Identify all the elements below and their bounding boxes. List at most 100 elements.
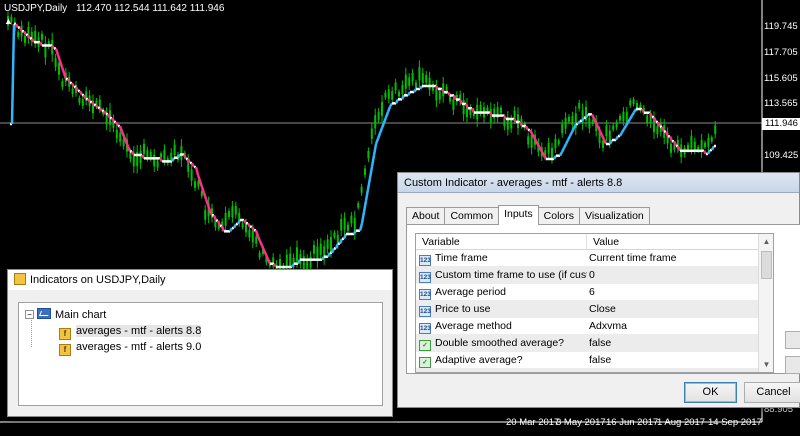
candle-body bbox=[255, 236, 258, 244]
input-value[interactable]: 0.0 bbox=[587, 369, 757, 372]
input-row[interactable]: 123 Price to use Close bbox=[416, 301, 773, 318]
average-line-segment bbox=[710, 145, 716, 151]
average-line-segment bbox=[256, 236, 262, 242]
average-line-segment bbox=[140, 154, 146, 159]
tab-colors[interactable]: Colors bbox=[537, 207, 581, 225]
input-row[interactable]: ✓ Double smoothed average? false bbox=[416, 335, 773, 352]
input-value[interactable]: false bbox=[587, 335, 757, 351]
scroll-up-icon[interactable]: ▲ bbox=[759, 234, 773, 249]
average-line-segment bbox=[378, 127, 384, 134]
average-line-segment bbox=[212, 214, 218, 222]
scroll-down-icon[interactable]: ▼ bbox=[759, 357, 773, 372]
chart-symbol: USDJPY,Daily bbox=[4, 3, 68, 14]
indicators-dialog-titlebar[interactable]: Indicators on USDJPY,Daily bbox=[8, 270, 392, 290]
input-row[interactable]: 123 Time frame Current time frame bbox=[416, 250, 773, 267]
input-row[interactable]: 123 Custom time frame to use (if custom t… bbox=[416, 267, 773, 284]
input-row[interactable]: 123 Average period 6 bbox=[416, 284, 773, 301]
candle-body bbox=[578, 102, 581, 109]
average-line-segment bbox=[56, 54, 62, 62]
candle-body bbox=[343, 218, 346, 230]
input-value[interactable]: Current time frame bbox=[587, 250, 757, 266]
candle-body bbox=[687, 144, 689, 150]
candle-body bbox=[204, 209, 207, 220]
candle-body bbox=[571, 116, 574, 125]
input-row[interactable]: 123Filter to use for filtering (<=0 for … bbox=[416, 369, 773, 372]
average-line-segment bbox=[38, 41, 44, 47]
average-line-segment bbox=[440, 88, 446, 93]
candle-body bbox=[160, 153, 162, 158]
average-line-segment bbox=[246, 222, 252, 228]
candle-body bbox=[146, 150, 149, 158]
date-label: 14 Sep 2017 bbox=[708, 417, 762, 428]
input-variable: ✓ Double smoothed average? bbox=[416, 335, 587, 351]
candle-body bbox=[139, 150, 142, 164]
indicator-item[interactable]: f averages - mtf - alerts 8.8 bbox=[25, 323, 376, 340]
input-variable-label: Double smoothed average? bbox=[435, 337, 565, 349]
indicator-item[interactable]: f averages - mtf - alerts 9.0 bbox=[25, 339, 376, 356]
tab-visualization[interactable]: Visualization bbox=[579, 207, 650, 225]
indicator-item-label: averages - mtf - alerts 8.8 bbox=[76, 325, 202, 337]
candle-body bbox=[251, 230, 254, 243]
average-line-segment bbox=[366, 177, 372, 190]
input-variable-label: Average method bbox=[435, 320, 512, 332]
average-line-segment bbox=[194, 166, 200, 176]
candle-body bbox=[156, 160, 159, 168]
scrollbar-thumb[interactable] bbox=[761, 251, 772, 279]
candle-body bbox=[228, 211, 230, 217]
input-row[interactable]: 123 Average method Adxvma bbox=[416, 318, 773, 335]
input-value[interactable]: Close bbox=[587, 301, 757, 317]
column-header-value[interactable]: Value bbox=[587, 234, 757, 249]
ok-button[interactable]: OK bbox=[684, 382, 737, 403]
collapse-icon[interactable]: − bbox=[25, 310, 34, 319]
average-line-segment bbox=[388, 102, 394, 108]
tab-inputs[interactable]: Inputs bbox=[498, 205, 539, 225]
average-line-segment bbox=[262, 249, 268, 256]
average-line-segment bbox=[620, 128, 626, 133]
tab-about[interactable]: About bbox=[406, 207, 446, 225]
average-line-segment bbox=[370, 155, 376, 167]
average-line-segment bbox=[94, 104, 100, 109]
cancel-button[interactable]: Cancel bbox=[744, 382, 800, 403]
candle-body bbox=[605, 125, 608, 137]
candle-body bbox=[384, 92, 387, 98]
candle-body bbox=[462, 99, 465, 115]
vertical-scrollbar[interactable]: ▲ ▼ bbox=[758, 234, 773, 372]
input-variable-label: Adaptive average? bbox=[435, 354, 523, 366]
candle-body bbox=[119, 132, 122, 142]
input-row[interactable]: ✓ Adaptive average? false bbox=[416, 352, 773, 369]
average-line-segment bbox=[626, 118, 632, 123]
column-header-variable[interactable]: Variable bbox=[416, 234, 587, 249]
date-label: 16 Jun 2017 bbox=[606, 417, 659, 428]
average-line-segment bbox=[382, 116, 388, 124]
input-value[interactable]: 0 bbox=[587, 267, 757, 283]
average-line-segment bbox=[502, 114, 508, 120]
candle-body bbox=[588, 118, 591, 129]
candle-body bbox=[418, 67, 421, 81]
input-variable: ✓ Adaptive average? bbox=[416, 352, 587, 368]
average-line-segment bbox=[532, 136, 538, 142]
input-value[interactable]: false bbox=[587, 352, 757, 368]
tab-common[interactable]: Common bbox=[444, 207, 500, 225]
candle-body bbox=[350, 215, 353, 224]
candle-body bbox=[364, 168, 366, 175]
average-line-segment bbox=[242, 219, 248, 224]
average-line-segment bbox=[618, 131, 624, 137]
average-line-segment bbox=[362, 200, 368, 213]
tree-root[interactable]: − Main chart bbox=[25, 307, 376, 323]
inputs-grid[interactable]: Variable Value 123 Time frame Current time… bbox=[415, 233, 774, 373]
average-line-segment bbox=[406, 91, 412, 96]
indicator-tree[interactable]: − Main chart f averages - mtf - alerts 8.8… bbox=[18, 302, 383, 406]
average-line-segment bbox=[560, 147, 566, 153]
side-button[interactable] bbox=[785, 331, 800, 349]
average-line-segment bbox=[524, 125, 530, 131]
candle-body bbox=[143, 143, 145, 154]
candle-body bbox=[234, 206, 237, 215]
average-line-segment bbox=[702, 150, 708, 155]
input-value[interactable]: Adxvma bbox=[587, 318, 757, 334]
input-value[interactable]: 6 bbox=[587, 284, 757, 300]
side-button[interactable] bbox=[785, 356, 800, 374]
input-variable-label: Average period bbox=[435, 286, 507, 298]
average-line-segment bbox=[394, 98, 400, 104]
candle-body bbox=[381, 102, 383, 116]
custom-indicator-titlebar[interactable]: Custom Indicator - averages - mtf - aler… bbox=[398, 173, 799, 193]
